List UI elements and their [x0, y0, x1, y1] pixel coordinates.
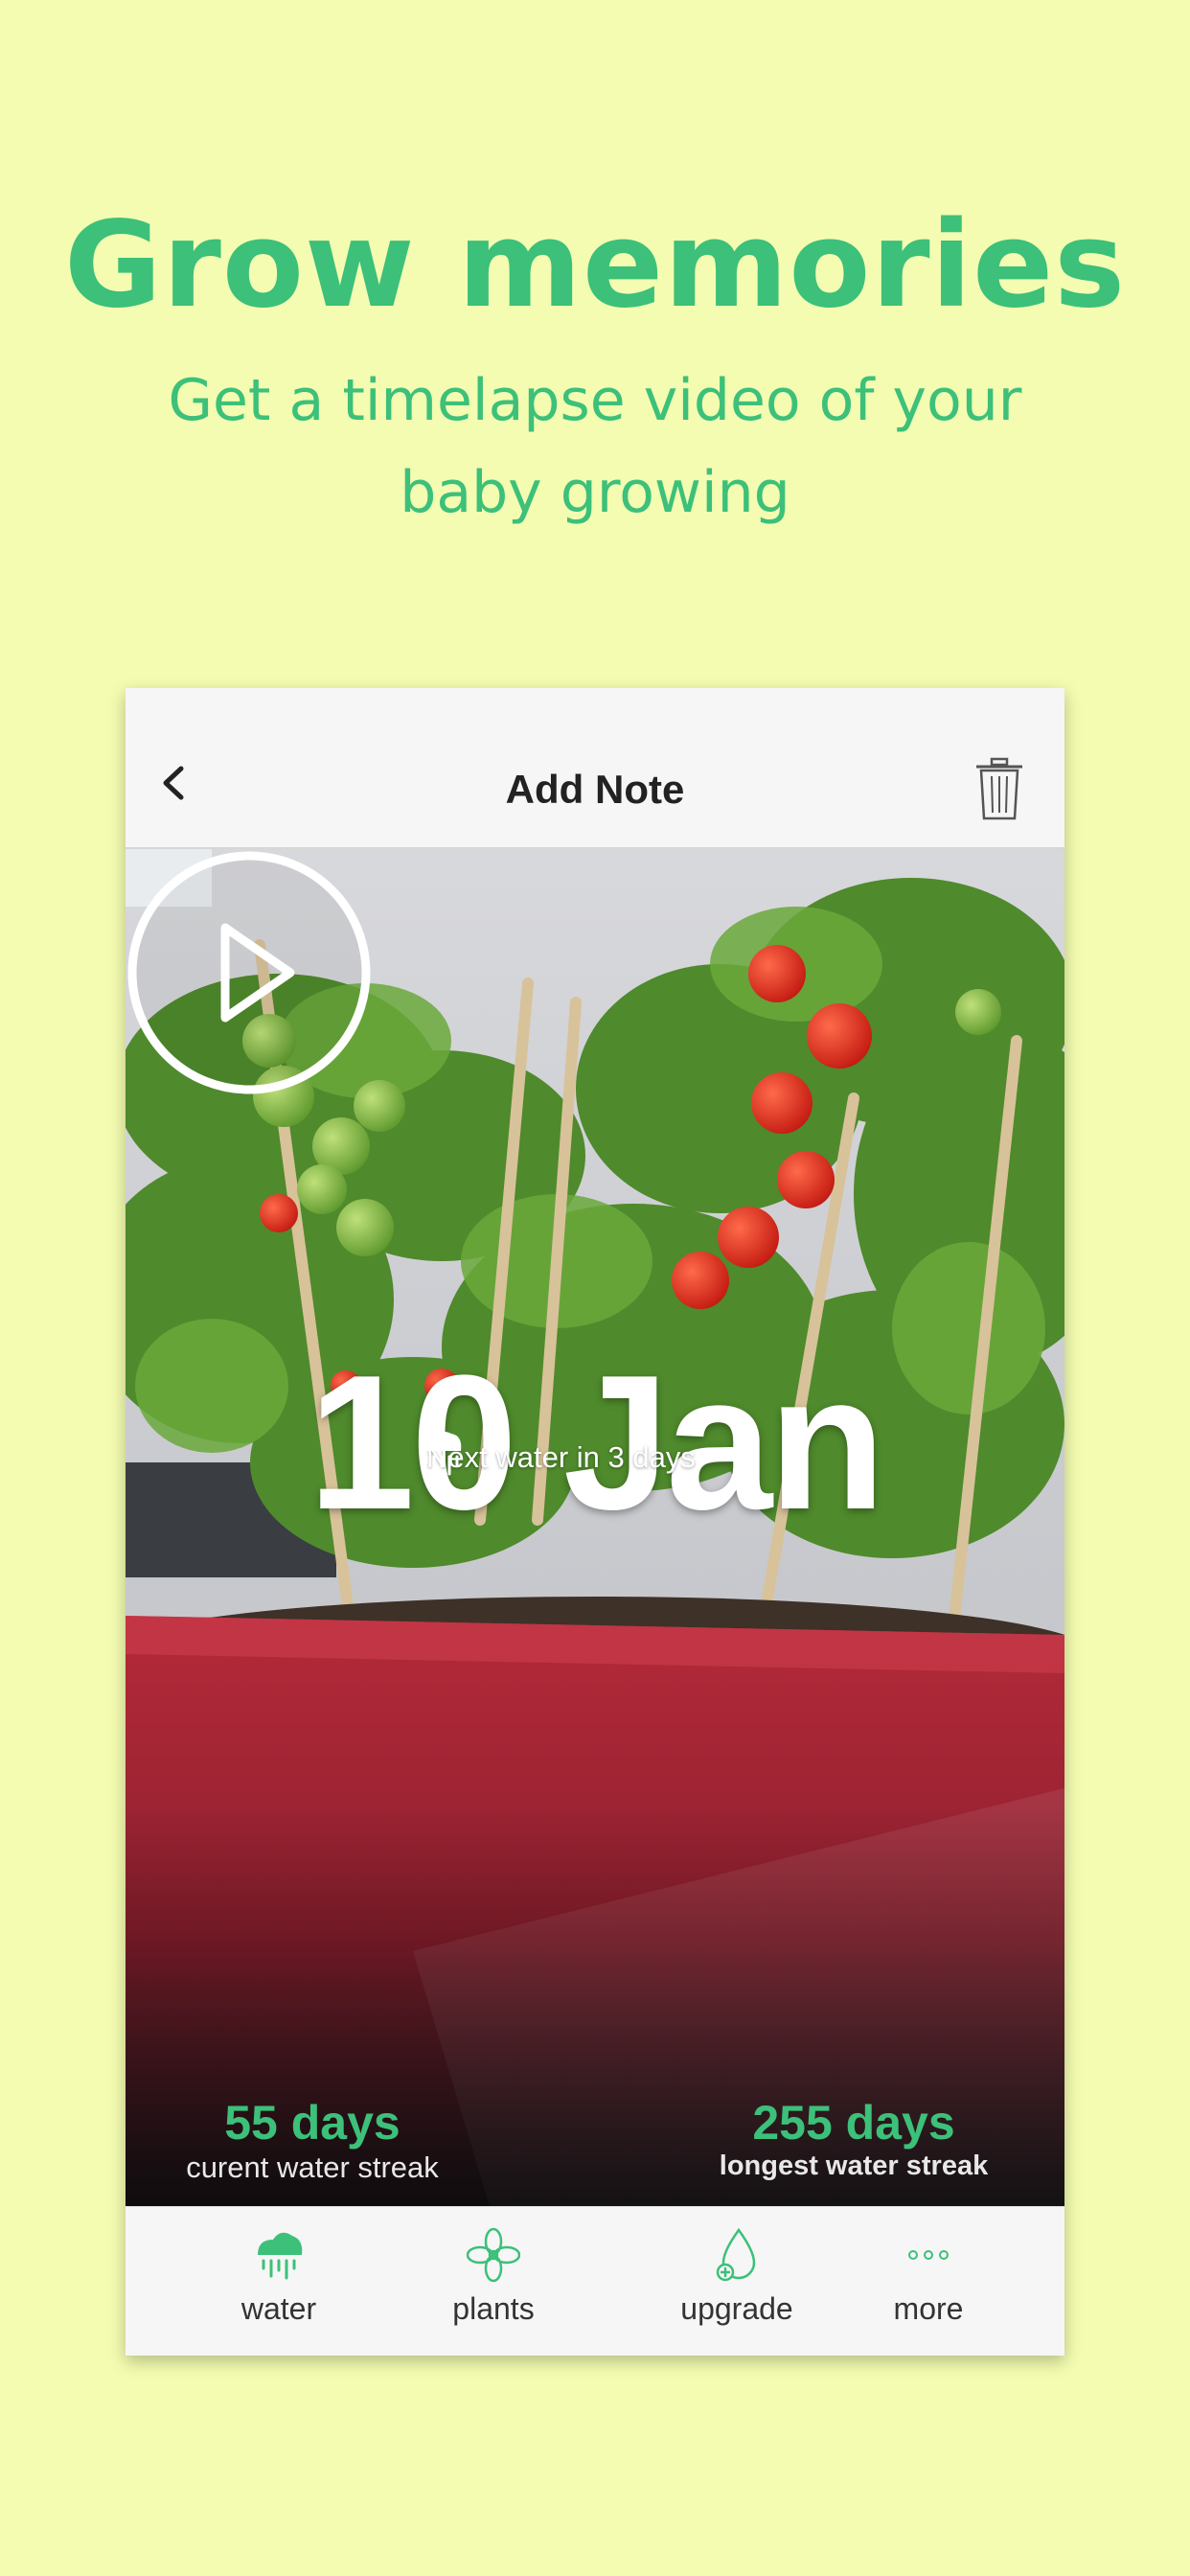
tab-plants[interactable]: plants [407, 2226, 580, 2327]
current-streak-label: curent water streak [186, 2150, 439, 2184]
app-screen: Add Note 10 Jan Next water in 3 days 55 … [126, 688, 1064, 2356]
play-icon[interactable] [126, 849, 373, 1096]
navigation-bar: Add Note [126, 688, 1064, 849]
flower-icon [467, 2227, 520, 2283]
longest-streak-value: 255 days [752, 2096, 955, 2150]
longest-streak-label: longest water streak [719, 2150, 989, 2181]
tab-upgrade[interactable]: upgrade [651, 2226, 823, 2327]
headline: Grow memories [63, 196, 1127, 334]
rain-cloud-icon [258, 2232, 303, 2280]
plant-photo: 10 Jan Next water in 3 days 55 days cure… [126, 849, 1064, 2206]
water-drop-plus-icon [716, 2227, 756, 2282]
tab-upgrade-label: upgrade [680, 2291, 793, 2326]
next-water-info: Next water in 3 days [413, 1424, 696, 1491]
tab-bar: water plants upgrade more [126, 2206, 1064, 2356]
subheadline: Get a timelapse video of your baby growi… [168, 367, 1022, 526]
rain-cloud-icon [421, 1431, 462, 1476]
more-dots-icon [908, 2250, 949, 2260]
tab-plants-label: plants [452, 2291, 535, 2326]
tab-water[interactable]: water [193, 2226, 365, 2327]
longest-streak: 255 days longest water streak [691, 2095, 1017, 2182]
trash-icon[interactable] [973, 757, 1026, 822]
tab-more-label: more [893, 2291, 964, 2326]
current-streak-value: 55 days [224, 2096, 400, 2150]
tab-more[interactable]: more [842, 2226, 1015, 2327]
current-streak: 55 days curent water streak [164, 2095, 461, 2185]
page-title: Add Note [505, 767, 685, 812]
tab-water-label: water [240, 2291, 317, 2326]
